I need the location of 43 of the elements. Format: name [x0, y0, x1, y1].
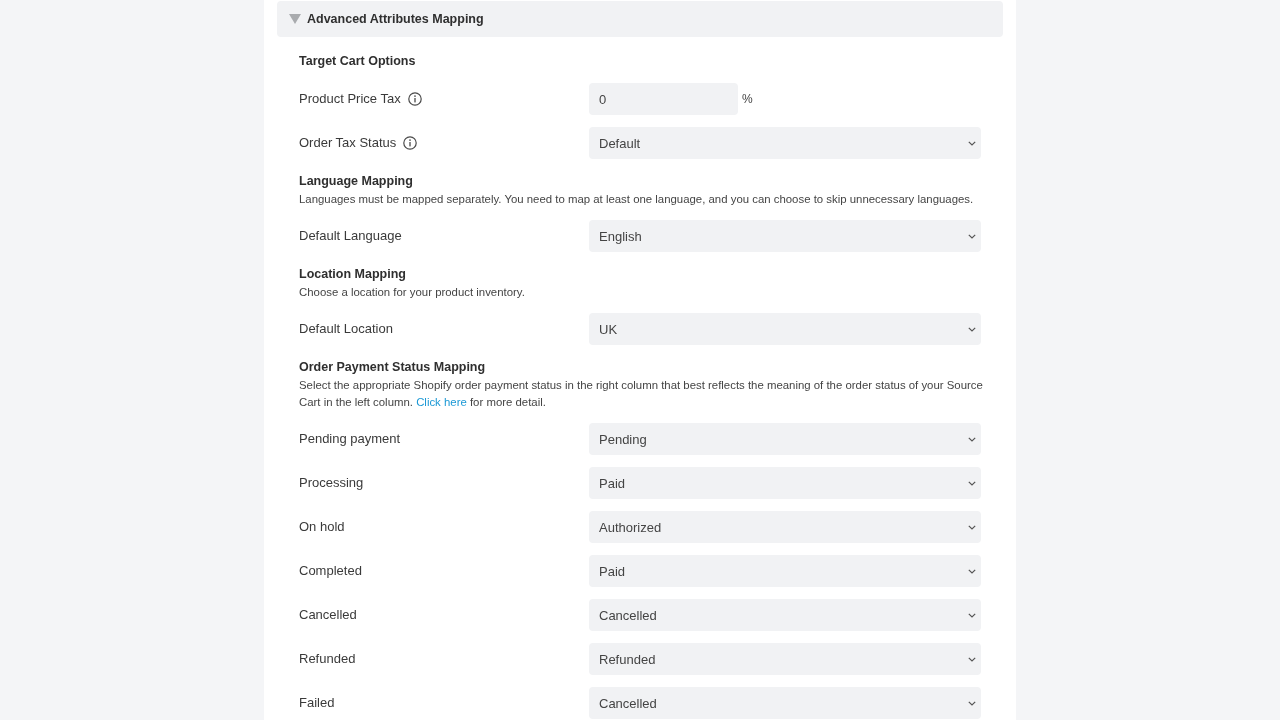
section-heading: Order Payment Status Mapping: [299, 359, 487, 376]
chevron-down-icon: [968, 326, 976, 332]
dropdown[interactable]: Paid: [589, 467, 981, 499]
dropdown[interactable]: Paid: [589, 555, 981, 587]
info-icon[interactable]: [403, 136, 418, 150]
field-label: Failed: [299, 695, 335, 711]
input-field[interactable]: 0: [589, 83, 738, 115]
chevron-down-icon: [968, 656, 976, 662]
chevron-down-icon: [968, 524, 976, 530]
description-text: Languages must be mapped separately. You need to map at least one language, and you can choose to skip unnecessary languages.: [299, 192, 975, 207]
dropdown[interactable]: Cancelled: [589, 599, 981, 631]
dropdown[interactable]: Cancelled: [589, 687, 981, 719]
chevron-down-icon: [968, 568, 976, 574]
chevron-down-icon: [968, 140, 976, 146]
field-label: Product Price Tax: [299, 91, 401, 107]
section-header[interactable]: Advanced Attributes Mapping: [277, 1, 1003, 37]
dropdown[interactable]: English: [589, 220, 981, 252]
field-label: Refunded: [299, 651, 356, 667]
chevron-down-icon: [968, 612, 976, 618]
field-label: Order Tax Status: [299, 135, 397, 151]
field-label: Pending payment: [299, 431, 401, 447]
section-heading: Location Mapping: [299, 266, 407, 283]
chevron-down-icon: [968, 436, 976, 442]
info-icon[interactable]: [407, 92, 422, 106]
description-text: Choose a location for your product inventory.: [299, 285, 526, 300]
chevron-down-icon: [968, 233, 976, 239]
field-label: Cancelled: [299, 607, 357, 623]
section-heading: Target Cart Options: [299, 53, 417, 70]
chevron-down-icon: [968, 480, 976, 486]
dropdown[interactable]: Default: [589, 127, 981, 159]
field-label: Completed: [299, 563, 362, 579]
field-label: Default Location: [299, 321, 393, 337]
field-label: On hold: [299, 519, 345, 535]
field-label: Processing: [299, 475, 364, 491]
dropdown[interactable]: Refunded: [589, 643, 981, 675]
dropdown[interactable]: Authorized: [589, 511, 981, 543]
dropdown[interactable]: Pending: [589, 423, 981, 455]
field-label: Default Language: [299, 228, 402, 244]
description-text: Select the appropriate Shopify order payment status in the right column that best reflects the meaning of the order status of your Source Cart in the left column. Click here for more detail.: [299, 378, 984, 410]
dropdown[interactable]: UK: [589, 313, 981, 345]
section-heading: Language Mapping: [299, 173, 414, 190]
chevron-down-icon: [968, 700, 976, 706]
unit-label: %: [742, 92, 753, 106]
